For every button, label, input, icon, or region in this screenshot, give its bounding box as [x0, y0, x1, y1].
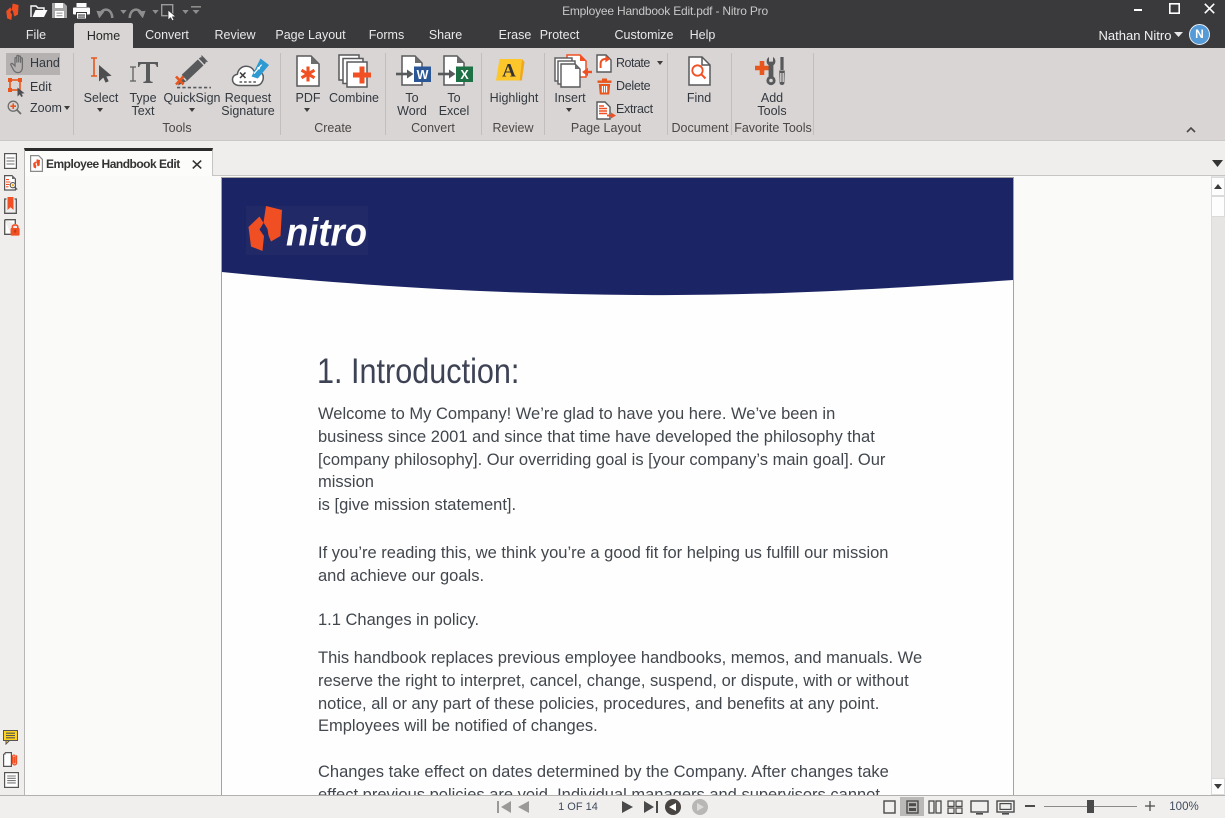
svg-text:X: X	[460, 68, 469, 82]
svg-text:A: A	[502, 61, 516, 82]
svg-text:nitro: nitro	[286, 212, 367, 255]
svg-text:W: W	[417, 68, 429, 82]
